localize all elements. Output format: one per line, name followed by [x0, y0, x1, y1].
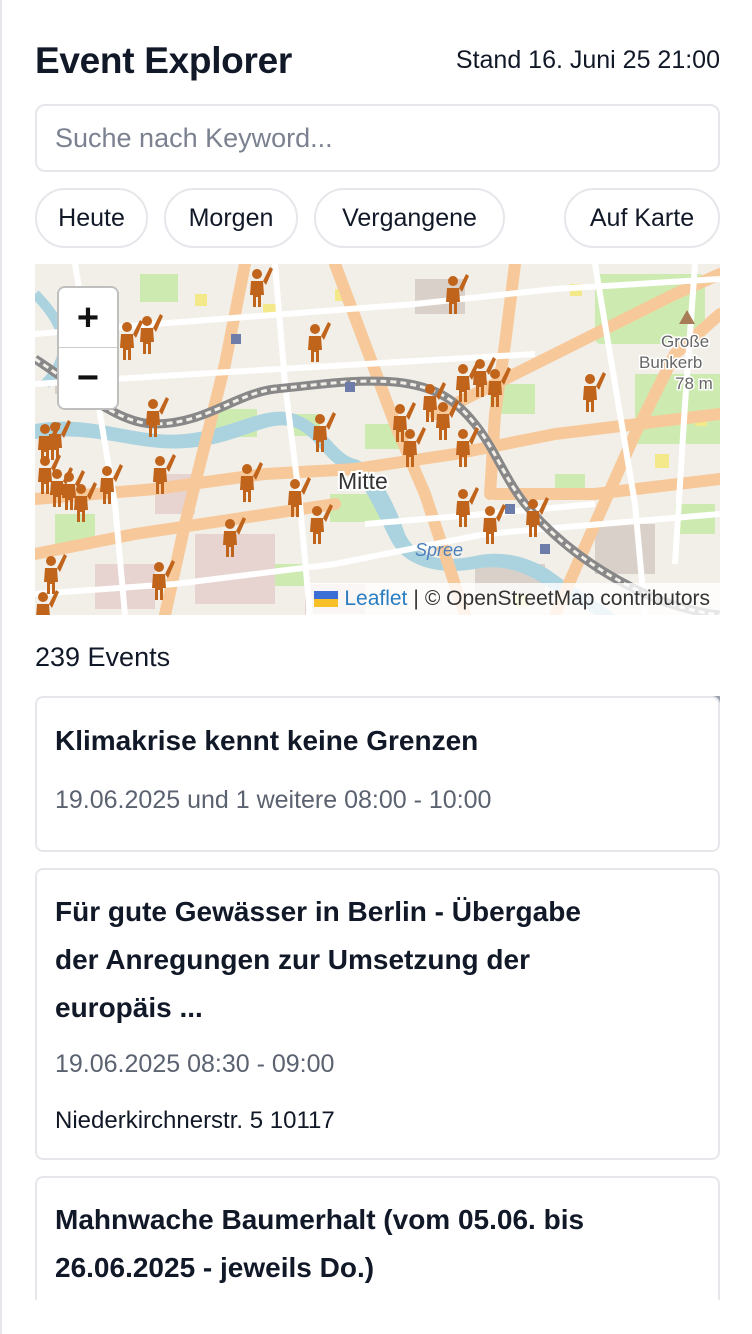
result-count: 239 Events [35, 642, 171, 672]
map-label-river: Spree [415, 540, 463, 560]
leaflet-link[interactable]: Leaflet [344, 587, 407, 611]
search-box[interactable] [35, 104, 720, 172]
osm-attribution: © OpenStreetMap contributors [424, 587, 710, 610]
event-title: Klimakrise kennt keine Grenzen [55, 725, 479, 756]
event-title-line: Für gute Gewässer in Berlin - Übergabe [55, 896, 581, 927]
zoom-in-button[interactable]: + [59, 288, 117, 348]
zoom-control: + − [57, 286, 119, 410]
ukraine-flag-icon [314, 591, 339, 607]
event-location: Niederkirchnerstr. 5 10117 [55, 1107, 335, 1134]
map-label-poi-1: Große [661, 332, 709, 351]
event-title-line: europäis ... [55, 992, 203, 1023]
event-time: 19.06.2025 und 1 weitere 08:00 - 10:00 [55, 786, 492, 814]
attribution-separator: | [413, 587, 419, 610]
filter-chips: Heute Morgen Vergangene Auf Karte [35, 188, 720, 248]
event-card[interactable]: Klimakrise kennt keine Grenzen 19.06.202… [35, 696, 720, 852]
filter-on-map-button[interactable]: Auf Karte [564, 188, 720, 248]
page-title: Event Explorer [35, 40, 292, 81]
event-map[interactable]: Mitte Spree Große Bunkerb 78 m + − Leafl… [35, 264, 720, 615]
header: Event Explorer Stand 16. Juni 25 21:00 [35, 38, 720, 88]
data-timestamp: Stand 16. Juni 25 21:00 [455, 46, 720, 74]
event-time: 19.06.2025 08:30 - 09:00 [55, 1050, 335, 1078]
search-input[interactable] [37, 106, 718, 170]
event-card[interactable]: Für gute Gewässer in Berlin - Übergabe d… [35, 868, 720, 1160]
map-label-district: Mitte [338, 468, 388, 494]
filter-tomorrow-button[interactable]: Morgen [164, 188, 298, 248]
event-title-line: 26.06.2025 - jeweils Do.) [55, 1252, 375, 1283]
map-tiles[interactable]: Mitte Spree Große Bunkerb 78 m [35, 264, 720, 615]
event-list[interactable]: Klimakrise kennt keine Grenzen 19.06.202… [35, 696, 720, 1300]
zoom-out-button[interactable]: − [59, 348, 117, 408]
map-label-poi-2: Bunkerb [639, 353, 702, 372]
filter-today-button[interactable]: Heute [35, 188, 148, 248]
map-attribution: Leaflet | © OpenStreetMap contributors [306, 583, 720, 615]
page-left-border [0, 0, 2, 1334]
event-title: Für gute Gewässer in Berlin - Übergabe d… [55, 888, 700, 1032]
filter-past-button[interactable]: Vergangene [314, 188, 505, 248]
map-label-poi-elevation: 78 m [675, 374, 713, 393]
event-card[interactable]: Mahnwache Baumerhalt (vom 05.06. bis 26.… [35, 1176, 720, 1300]
event-title: Mahnwache Baumerhalt (vom 05.06. bis 26.… [55, 1196, 700, 1292]
event-title-line: der Anregungen zur Umsetzung der [55, 944, 531, 975]
event-title-line: Mahnwache Baumerhalt (vom 05.06. bis [55, 1204, 585, 1235]
